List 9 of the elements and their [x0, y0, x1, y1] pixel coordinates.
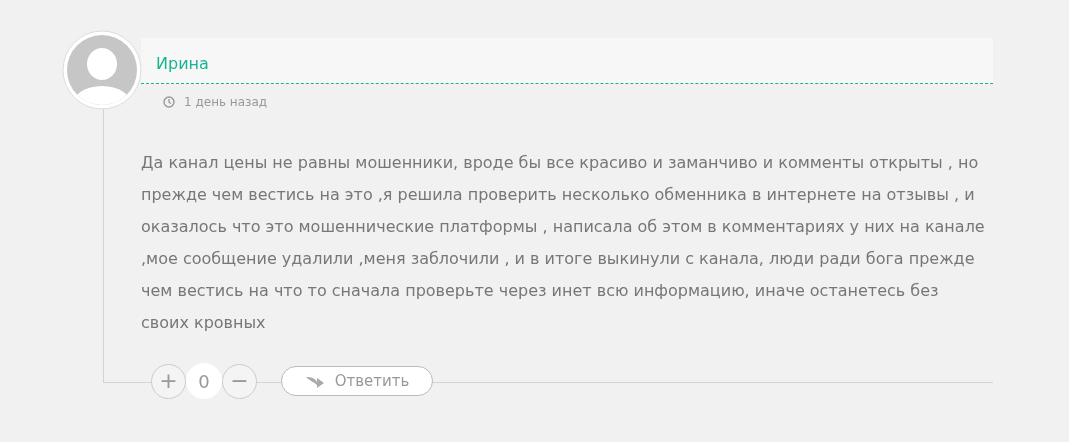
comment-time: 1 день назад	[184, 95, 268, 109]
vote-score: 0	[186, 363, 222, 399]
author-name[interactable]: Ирина	[156, 48, 209, 73]
clock-icon	[163, 96, 175, 108]
comment-text: Да канал цены не равны мошенники, вроде бы все красиво и заманчиво и комменты открыты , но прежде чем вестись на это ,я решила проверить несколько обменника в интернете на отзывы , и оказалось что это мошеннические платформы , написала об этом в комментариях у них на канале ,мое сообщение удалили ,меня заблочили , и в итоге выкинули с канала, люди ради бога прежде чем вестись на что то сначала проверьте через инет всю информацию, иначе останетесь без своих кровных	[141, 152, 986, 334]
reply-button[interactable]: Ответить	[281, 366, 433, 396]
downvote-button[interactable]: −	[222, 363, 257, 399]
reply-arrow-icon	[304, 374, 325, 388]
upvote-button[interactable]: +	[151, 363, 186, 399]
